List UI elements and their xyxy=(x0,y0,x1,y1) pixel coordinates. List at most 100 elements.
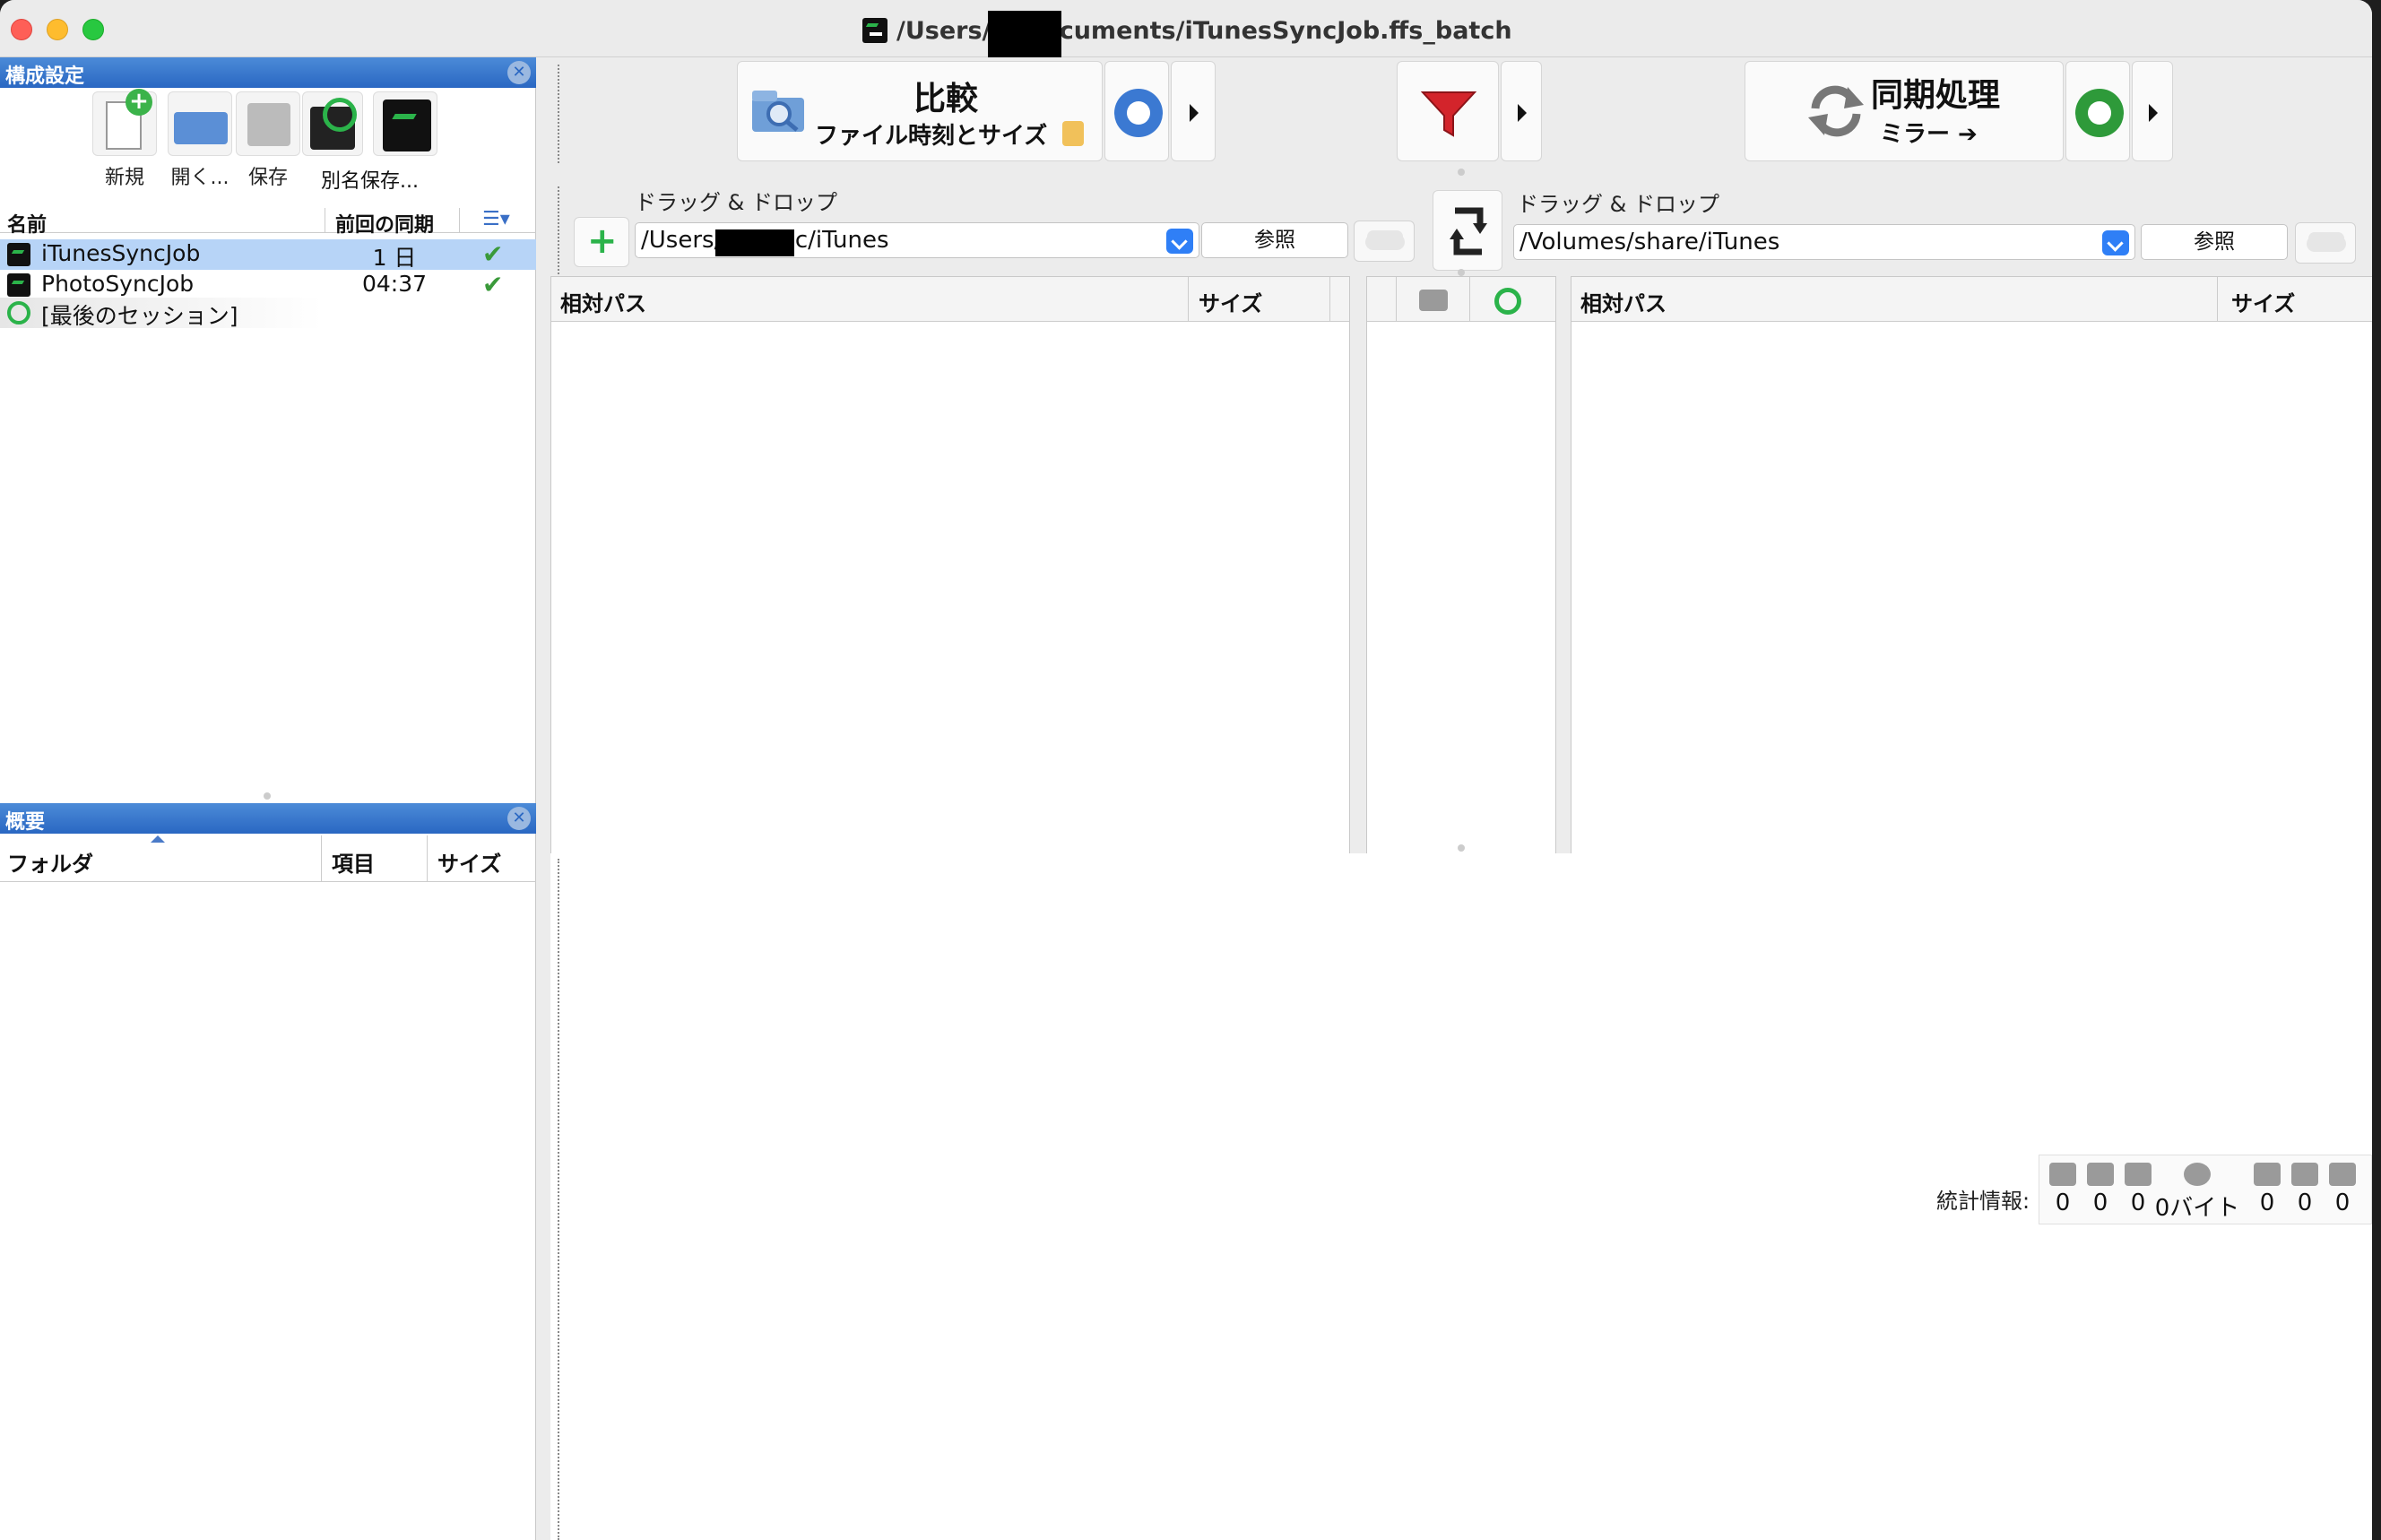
left-column-rel-path[interactable]: 相対パス xyxy=(560,286,646,317)
statistics-label: 統計情報: xyxy=(1936,1189,2030,1214)
filter-icon xyxy=(1421,91,1476,137)
delete-left-icon xyxy=(2125,1163,2152,1186)
app-window: /Users/s /Documents/iTunesSyncJob.ffs_ba… xyxy=(0,0,2372,1540)
new-config-button[interactable]: 新規 xyxy=(86,89,163,190)
open-config-label: 開く... xyxy=(170,167,229,189)
title-bar: /Users/s /Documents/iTunesSyncJob.ffs_ba… xyxy=(0,0,2372,63)
save-config-button[interactable]: 保存 xyxy=(229,91,307,190)
maximize-window-button[interactable] xyxy=(82,19,104,40)
save-as-icon xyxy=(302,91,363,156)
column-divider xyxy=(2217,277,2218,322)
config-row[interactable]: [最後のセッション] xyxy=(0,298,323,329)
config-name: [最後のセッション] xyxy=(41,303,238,329)
save-disk-icon xyxy=(236,91,300,156)
config-last-sync: 1 日 xyxy=(372,245,417,271)
chevron-right-icon xyxy=(1190,104,1199,122)
open-config-button[interactable]: 開く... xyxy=(161,91,238,190)
close-icon[interactable]: ✕ xyxy=(507,61,531,84)
close-window-button[interactable] xyxy=(11,19,32,40)
column-name[interactable]: 名前 xyxy=(7,209,47,238)
config-panel-header: 構成設定 ✕ xyxy=(0,57,536,88)
right-drop-label: ドラッグ & ドロップ xyxy=(1517,192,1719,217)
stat-value: 0 xyxy=(2130,1190,2146,1216)
dock-grip[interactable] xyxy=(558,65,559,163)
sort-ascending-icon xyxy=(151,835,165,843)
compare-icon xyxy=(752,91,804,132)
right-pane: 比較 ファイル時刻とサイズ 同期処理 ミラー ➔ ドラッグ & ドロップ + /… xyxy=(538,57,2372,1540)
config-row[interactable]: iTunesSyncJob 1 日 ✔ xyxy=(0,239,536,271)
close-icon[interactable]: ✕ xyxy=(507,807,531,830)
save-as-config-button[interactable] xyxy=(298,91,368,161)
left-drop-label: ドラッグ & ドロップ xyxy=(635,190,837,215)
config-row[interactable]: PhotoSyncJob 04:37 ✔ xyxy=(0,270,536,300)
stat-value: 0 xyxy=(2092,1190,2108,1216)
swap-sides-button[interactable] xyxy=(1433,190,1502,271)
sync-arrows-icon xyxy=(1808,85,1864,137)
compare-mode-label: ファイル時刻とサイズ xyxy=(815,123,1048,150)
splitter-handle[interactable] xyxy=(1458,169,1465,176)
new-config-label: 新規 xyxy=(104,167,144,189)
add-folder-pair-button[interactable]: + xyxy=(574,217,629,267)
stat-delete-right: 0 xyxy=(2249,1155,2285,1216)
save-as-batch-button[interactable] xyxy=(369,91,441,161)
stat-value: 0 xyxy=(2055,1190,2071,1216)
camera-icon[interactable] xyxy=(1419,290,1448,311)
left-file-grid[interactable]: 相対パス サイズ xyxy=(550,276,1350,869)
right-column-size[interactable]: サイズ xyxy=(2231,286,2295,317)
column-folder[interactable]: フォルダ xyxy=(7,846,93,878)
stat-value: 0 xyxy=(2297,1190,2313,1216)
chevron-right-icon xyxy=(2149,104,2158,122)
redaction-box xyxy=(988,11,1061,63)
filter-menu-button[interactable] xyxy=(1501,61,1542,161)
minimize-window-button[interactable] xyxy=(47,19,68,40)
batch-job-icon xyxy=(373,91,437,156)
column-divider xyxy=(1188,277,1189,322)
config-last-sync: 04:37 xyxy=(361,271,428,297)
stat-create-left: 0 xyxy=(2045,1155,2081,1216)
compare-label: 比較 xyxy=(913,81,979,117)
config-name: PhotoSyncJob xyxy=(41,271,195,297)
gear-icon xyxy=(1114,89,1163,137)
chevron-down-icon[interactable] xyxy=(2102,230,2129,255)
cloud-icon[interactable] xyxy=(2295,222,2356,264)
right-folder-path-input[interactable]: /Volumes/share/iTunes xyxy=(1513,224,2135,260)
swap-icon xyxy=(1450,207,1487,255)
config-toolbar: 新規 開く... 保存 別名保存... xyxy=(86,89,463,193)
overview-panel-title: 概要 xyxy=(5,811,46,834)
filter-button[interactable] xyxy=(1397,61,1499,161)
sync-settings-button[interactable] xyxy=(2065,61,2130,161)
column-size[interactable]: サイズ xyxy=(437,846,501,878)
dock-grip[interactable] xyxy=(558,186,559,285)
sync-label: 同期処理 xyxy=(1871,77,2001,114)
left-browse-button[interactable]: 参照 xyxy=(1201,222,1348,258)
statistics-panel: 0 0 0 0バイト 0 0 0 xyxy=(2039,1155,2372,1224)
sync-button[interactable]: 同期処理 ミラー ➔ xyxy=(1745,61,2064,161)
sync-action-icon[interactable] xyxy=(1494,288,1521,315)
right-column-rel-path[interactable]: 相対パス xyxy=(1580,286,1667,317)
column-last-sync[interactable]: 前回の同期 xyxy=(335,209,434,238)
right-file-grid[interactable]: 相対パス サイズ xyxy=(1571,276,2372,869)
right-browse-button[interactable]: 参照 xyxy=(2141,224,2288,260)
column-items[interactable]: 項目 xyxy=(332,846,375,878)
cloud-icon[interactable] xyxy=(1354,221,1415,262)
batch-file-icon xyxy=(7,273,30,297)
splitter-handle[interactable] xyxy=(264,792,271,800)
stat-unit: バイト xyxy=(2169,1195,2240,1222)
delete-right-icon xyxy=(2254,1163,2281,1186)
compare-menu-button[interactable] xyxy=(1171,61,1216,161)
column-divider xyxy=(459,208,460,233)
left-column-size[interactable]: サイズ xyxy=(1199,286,1262,317)
stat-value: 0 xyxy=(2259,1190,2275,1216)
middle-action-grid[interactable] xyxy=(1366,276,1556,869)
splitter-handle[interactable] xyxy=(1458,844,1465,852)
save-config-label: 保存 xyxy=(247,167,288,189)
compare-button[interactable]: 比較 ファイル時刻とサイズ xyxy=(737,61,1103,161)
compare-settings-button[interactable] xyxy=(1104,61,1169,161)
sync-menu-button[interactable] xyxy=(2132,61,2173,161)
dock-grip[interactable] xyxy=(558,859,559,1540)
chevron-down-icon[interactable] xyxy=(1166,229,1193,254)
splitter-handle[interactable] xyxy=(1458,269,1465,276)
stat-create-right: 0 xyxy=(2325,1155,2360,1216)
stat-data-size: 0バイト xyxy=(2154,1155,2240,1223)
column-options-icon[interactable]: ☰▾ xyxy=(482,208,527,231)
